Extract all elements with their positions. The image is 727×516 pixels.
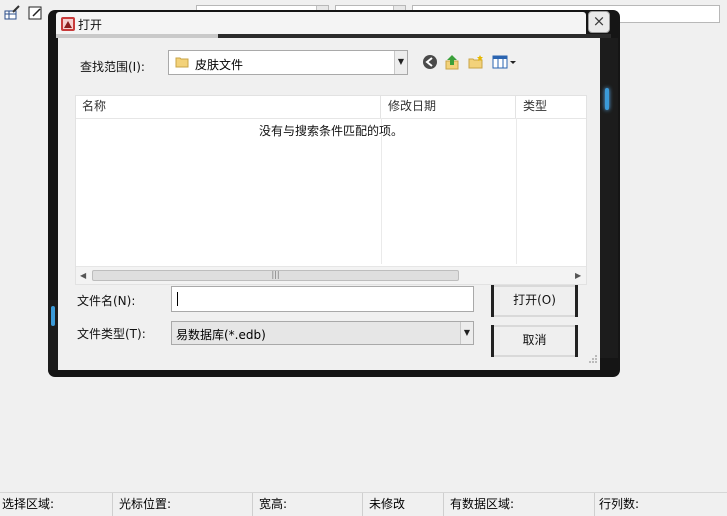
dialog-titlebar[interactable]: 打开 [56, 12, 586, 36]
column-type[interactable]: 类型 [517, 96, 586, 118]
list-header: 名称 修改日期 类型 [76, 96, 586, 119]
chevron-down-icon[interactable]: ▼ [394, 51, 407, 74]
folder-icon [175, 57, 189, 68]
empty-message: 没有与搜索条件匹配的项。 [258, 124, 403, 138]
dialog-client-area: 查找范围(I): 皮肤文件 ▼ 名称 修改日期 类型 没有与搜索条件匹配的项。 … [58, 38, 600, 370]
filename-input[interactable] [171, 286, 474, 312]
new-folder-icon[interactable] [468, 54, 484, 70]
filetype-label: 文件类型(T): [77, 327, 146, 341]
view-menu-icon[interactable] [492, 54, 520, 70]
close-button[interactable]: × [588, 11, 610, 33]
column-name[interactable]: 名称 [76, 96, 381, 118]
scroll-right-icon[interactable]: ▶ [575, 271, 581, 280]
column-modified[interactable]: 修改日期 [382, 96, 516, 118]
scroll-left-icon[interactable]: ◀ [80, 271, 86, 280]
status-row-col: 行列数: [599, 497, 640, 511]
status-data-region: 有数据区域: [448, 493, 595, 516]
close-icon: × [592, 12, 606, 30]
filetype-value: 易数据库(*.edb) [176, 328, 266, 342]
look-in-combo[interactable]: 皮肤文件 ▼ [168, 50, 408, 75]
left-decor-rail [48, 300, 58, 370]
status-bar: 选择区域: 光标位置: 宽高: 未修改 有数据区域: 行列数: [0, 492, 727, 516]
status-modified: 未修改 [367, 493, 444, 516]
file-list-view[interactable]: 名称 修改日期 类型 没有与搜索条件匹配的项。 ◀ ||| ▶ [75, 95, 587, 285]
filename-label: 文件名(N): [77, 294, 136, 308]
horizontal-scrollbar[interactable]: ◀ ||| ▶ [76, 266, 586, 284]
look-in-label: 查找范围(I): [80, 60, 145, 74]
scroll-thumb[interactable]: ||| [92, 270, 459, 281]
look-in-value: 皮肤文件 [195, 58, 244, 72]
status-size: 宽高: [257, 493, 363, 516]
app-icon [61, 17, 75, 31]
status-cursor: 光标位置: [117, 493, 253, 516]
edit-table-icon[interactable] [4, 5, 20, 21]
form-edit-icon[interactable] [28, 5, 44, 21]
up-folder-icon[interactable] [444, 54, 460, 70]
back-icon[interactable] [422, 54, 438, 70]
right-decor-rail [600, 38, 618, 358]
status-selection: 选择区域: [0, 493, 113, 516]
dialog-title: 打开 [78, 18, 103, 32]
chevron-down-icon[interactable]: ▼ [460, 322, 473, 344]
cancel-button[interactable]: 取消 [491, 325, 578, 357]
open-file-dialog: 打开 × 查找范围(I): 皮肤文件 ▼ 名称 修改日期 类型 没有与搜索条件匹… [48, 10, 620, 377]
filetype-combo[interactable]: 易数据库(*.edb) ▼ [171, 321, 474, 345]
open-button[interactable]: 打开(O) [491, 285, 578, 317]
resize-grip-icon[interactable] [588, 354, 598, 364]
